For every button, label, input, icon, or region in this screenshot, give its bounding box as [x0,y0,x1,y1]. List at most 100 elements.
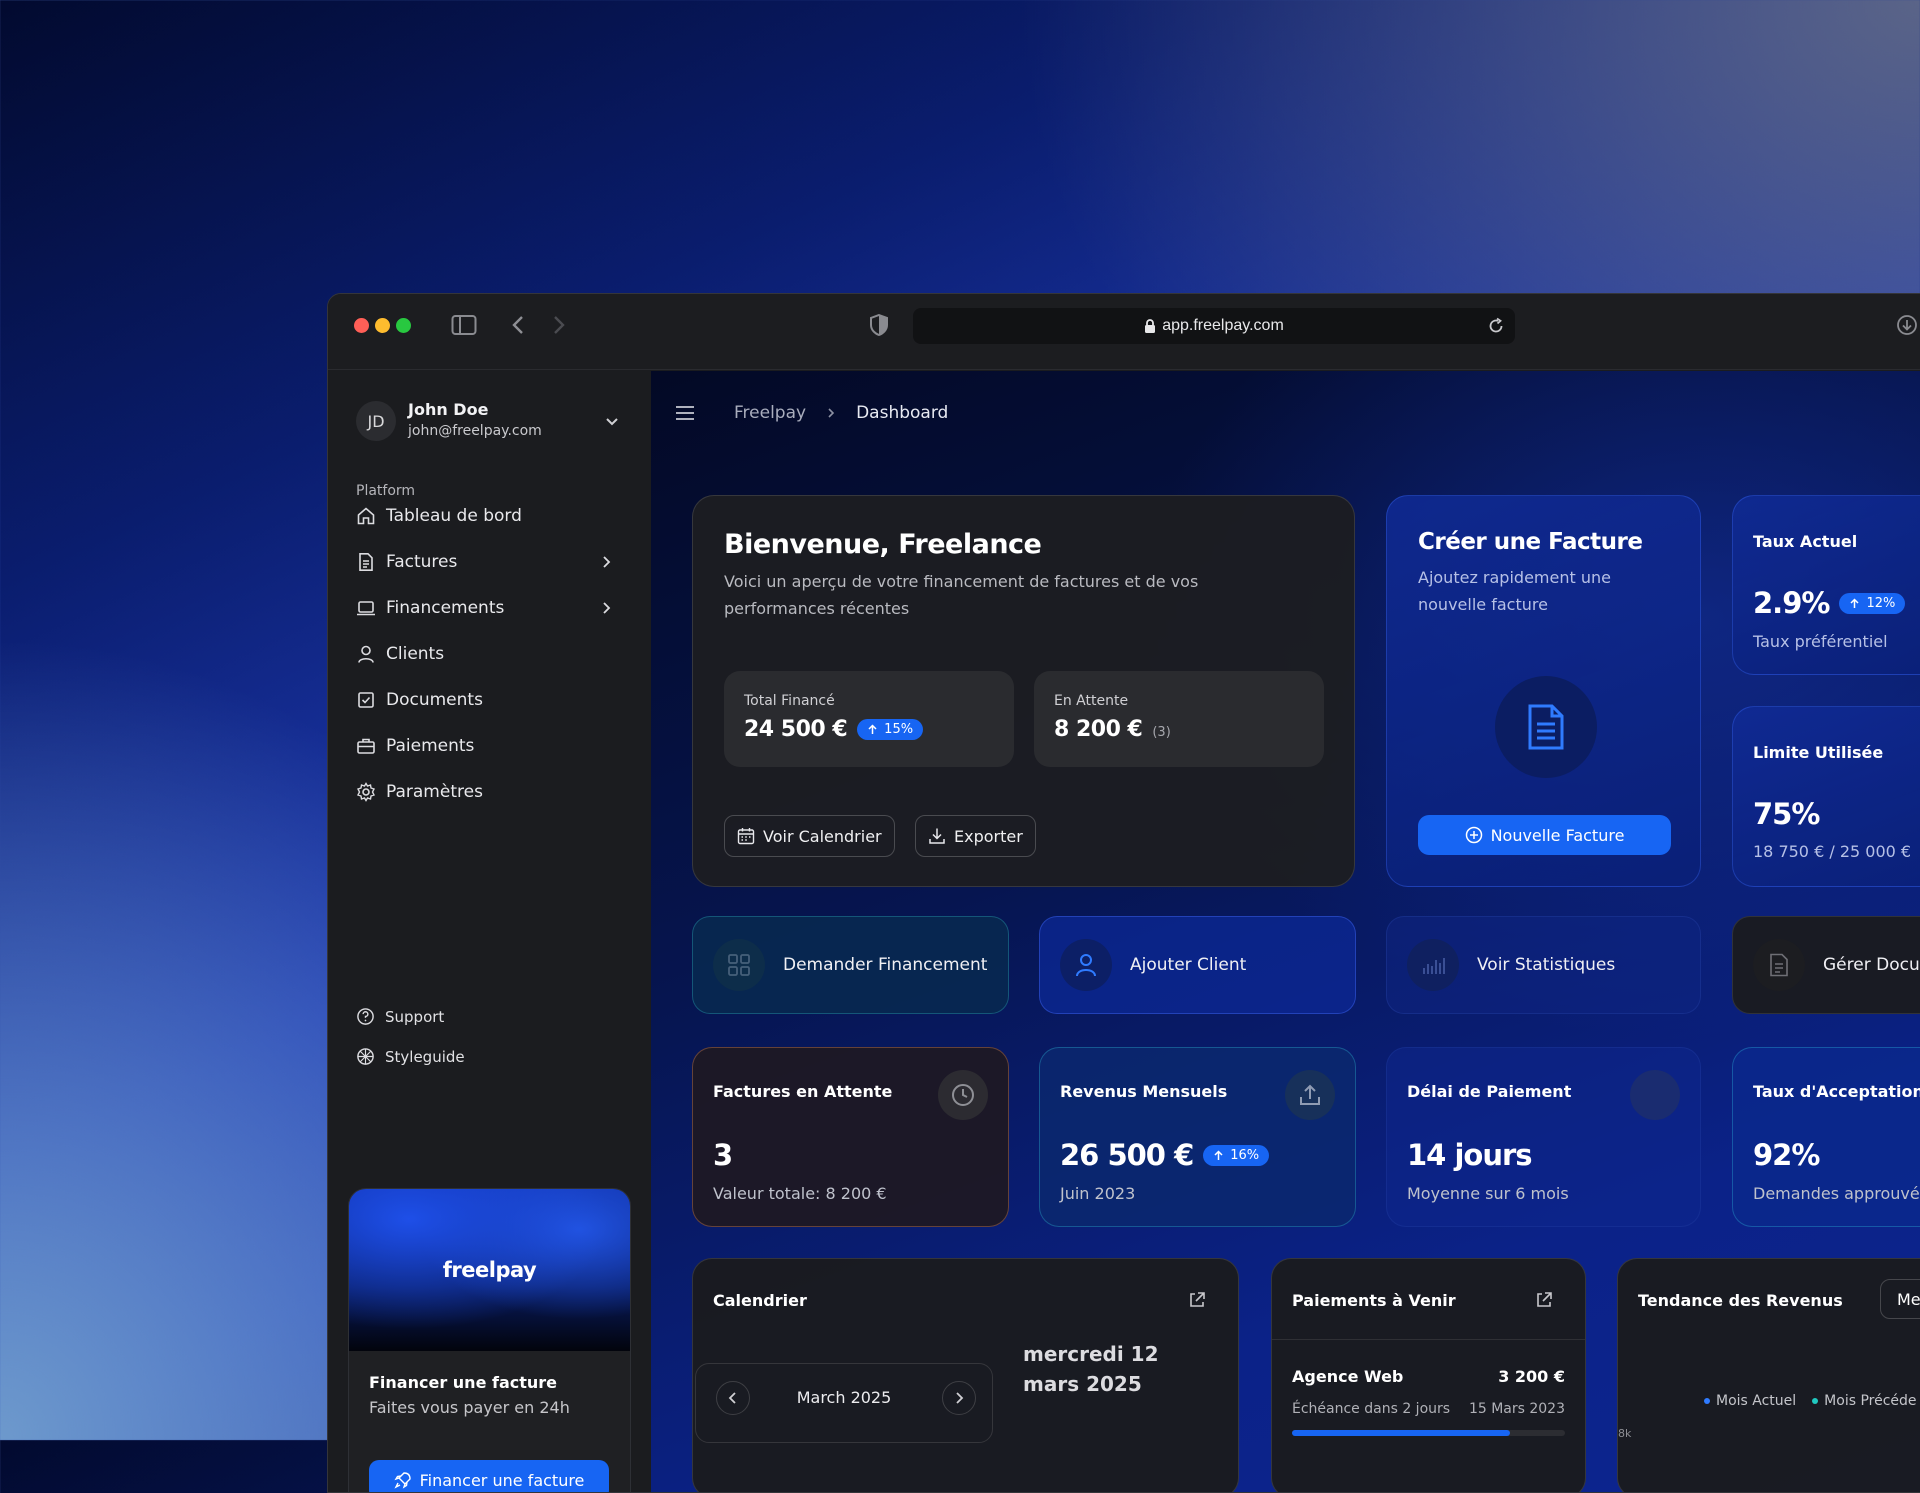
action-label: Voir Statistiques [1477,955,1616,975]
payment-due: Échéance dans 2 jours [1292,1401,1451,1417]
add-client-button[interactable]: Ajouter Client [1039,916,1356,1014]
home-icon [357,507,375,525]
minimize-window-button[interactable] [375,318,390,333]
reload-icon[interactable] [1487,317,1505,335]
arrow-up-icon [1850,597,1859,608]
legend-dot-teal [1812,1398,1819,1404]
laptop-icon [357,601,375,616]
sidebar-item-support[interactable]: Support [356,1007,444,1026]
status-badge: 12% [1839,592,1906,614]
help-icon [357,1008,374,1025]
finance-invoice-label: Financer une facture [419,1470,585,1490]
chevron-right-icon [956,1392,964,1404]
chart-legend: Mois Actuel Mois Précéde [1704,1393,1917,1409]
metric-title: Factures en Attente [713,1082,893,1101]
chart-icon [1423,958,1445,974]
metric-title: Délai de Paiement [1407,1082,1572,1101]
welcome-title: Bienvenue, Freelance [724,529,1042,560]
metric-value: 3 [713,1138,733,1172]
calendar-card: Calendrier March 2025 mercredi 12 mars 2… [692,1258,1239,1492]
back-icon[interactable] [511,315,525,335]
sidebar-item-documents[interactable]: Documents [356,685,624,715]
checkbox-icon [358,692,374,708]
clock-icon [952,1084,974,1106]
close-window-button[interactable] [354,318,369,333]
payment-amount: 3 200 € [1498,1367,1565,1386]
external-link-icon[interactable] [1535,1291,1553,1309]
metric-value: 14 jours [1407,1138,1533,1172]
payment-client: Agence Web [1292,1367,1404,1386]
view-calendar-label: Voir Calendrier [763,826,882,846]
rate-card: Taux Actuel 2.9% 12% Taux préférentiel [1732,495,1920,675]
browser-window: app.freelpay.com JD John Doe john@freelp… [327,293,1920,1493]
pending-invoices-card: Factures en Attente 3 Valeur totale: 8 2… [692,1047,1009,1227]
metric-title: Taux d'Acceptation [1753,1082,1920,1101]
period-select[interactable]: Me [1880,1279,1920,1319]
export-button[interactable]: Exporter [915,815,1036,857]
user-email: john@freelpay.com [408,423,542,439]
sidebar-item-settings[interactable]: Paramètres [356,777,624,807]
metric-subtitle: Valeur totale: 8 200 € [713,1184,887,1203]
new-invoice-button[interactable]: Nouvelle Facture [1418,815,1671,855]
new-invoice-label: Nouvelle Facture [1490,825,1625,845]
avatar[interactable]: JD [356,401,396,441]
badge-value: 16% [1230,1147,1260,1163]
shield-icon[interactable] [869,314,889,336]
selected-date: mercredi 12 mars 2025 [1023,1342,1159,1396]
manage-docs-button[interactable]: Gérer Docu [1732,916,1920,1014]
finance-invoice-button[interactable]: Financer une facture [369,1460,609,1492]
briefcase-icon [357,738,375,754]
maximize-window-button[interactable] [396,318,411,333]
action-label: Demander Financement [783,955,988,975]
clock-icon-circle [938,1070,988,1120]
sidebar-item-clients[interactable]: Clients [356,639,624,669]
chevron-down-icon[interactable] [604,413,620,429]
arrow-up-icon [868,724,877,734]
limit-card: Limite Utilisée 75% 18 750 € / 25 000 € [1732,706,1920,887]
metric-title: Revenus Mensuels [1060,1082,1228,1101]
sidebar-item-label: Financements [386,598,505,618]
main-content: Freelpay Dashboard Bienvenue, Freelance … [651,371,1920,1492]
total-financed-value: 24 500 € [744,717,848,742]
forward-icon[interactable] [552,315,566,335]
sidebar-item-styleguide[interactable]: Styleguide [356,1047,465,1066]
welcome-subtitle: Voici un aperçu de votre financement de … [724,572,1199,618]
create-invoice-card: Créer une Facture Ajoutez rapidement une… [1386,495,1701,887]
user-name: John Doe [408,400,489,419]
sidebar-item-payments[interactable]: Paiements [356,731,624,761]
menu-icon[interactable] [675,405,695,421]
calendar-title: Calendrier [713,1291,807,1310]
monthly-revenue-card: Revenus Mensuels 26 500 € 16% Juin 2023 [1039,1047,1356,1227]
sidebar-item-label: Styleguide [385,1047,465,1066]
sidebar-item-label: Paramètres [386,782,483,802]
chevron-right-icon [603,556,611,568]
download-icon [929,828,945,844]
external-link-icon[interactable] [1188,1291,1206,1309]
promo-title: Financer une facture [369,1373,558,1392]
address-bar[interactable]: app.freelpay.com [913,308,1515,344]
view-stats-button[interactable]: Voir Statistiques [1386,916,1701,1014]
promo-subtitle: Faites vous payer en 24h [369,1398,570,1417]
sidebar-item-dashboard[interactable]: Tableau de bord [356,501,624,531]
pending-value: 8 200 € [1054,717,1143,742]
revenue-trend-card: Tendance des Revenus Me Mois Actuel Mois… [1617,1258,1920,1492]
view-calendar-button[interactable]: Voir Calendrier [724,815,895,857]
upcoming-title: Paiements à Venir [1292,1291,1456,1310]
download-icon[interactable] [1896,314,1918,336]
sidebar: JD John Doe john@freelpay.com Platform T… [328,371,651,1492]
url-text: app.freelpay.com [1162,317,1284,334]
sidebar-item-label: Support [385,1007,445,1026]
sidebar-item-invoices[interactable]: Factures [356,547,624,577]
next-month-button[interactable] [942,1381,976,1415]
limit-title: Limite Utilisée [1753,743,1884,762]
rate-subtitle: Taux préférentiel [1753,632,1888,651]
grid-icon [728,954,750,976]
acceptance-rate-card: Taux d'Acceptation 92% Demandes approuvé [1732,1047,1920,1227]
breadcrumb-root[interactable]: Freelpay [734,403,806,423]
sidebar-toggle-icon[interactable] [451,314,477,336]
arrow-up-icon [1214,1149,1223,1160]
breadcrumb: Freelpay Dashboard [734,403,948,423]
sidebar-item-financing[interactable]: Financements [356,593,624,623]
sidebar-item-label: Factures [386,552,458,572]
request-financing-button[interactable]: Demander Financement [692,916,1009,1014]
